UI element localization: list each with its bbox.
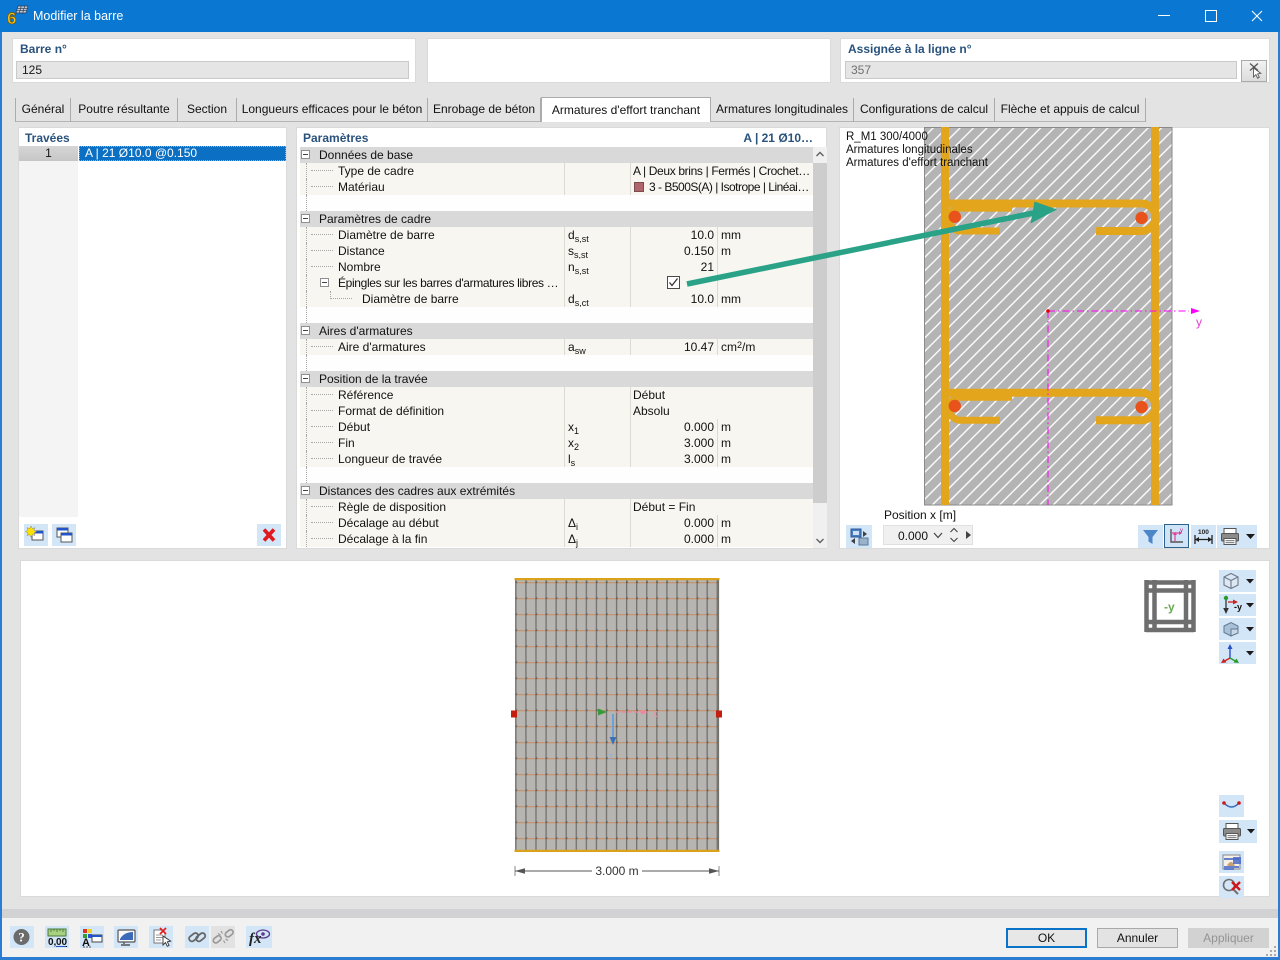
svg-text:6: 6 [7,9,16,27]
svg-text:z: z [608,751,614,763]
svg-text:y: y [1196,315,1202,329]
svg-text:-y: -y [1234,602,1242,612]
svg-text:?: ? [18,930,25,945]
svg-text:100: 100 [1198,529,1209,536]
svg-text:fx: fx [249,931,262,947]
svg-text:x: x [652,708,658,720]
svg-text:-y: -y [1164,600,1175,614]
svg-text:y: y [1180,528,1183,534]
svg-text:3.000 m: 3.000 m [595,864,638,878]
svg-text:A: A [82,937,90,948]
